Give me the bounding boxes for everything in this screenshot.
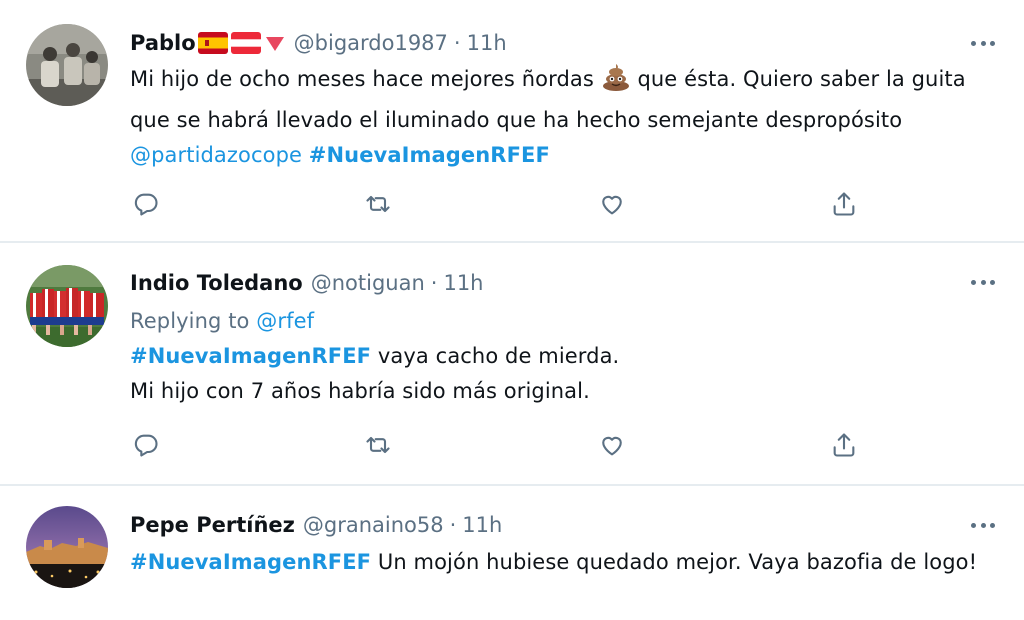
separator-dot: · — [430, 271, 438, 295]
pile-of-poo-emoji-icon — [601, 62, 631, 103]
tweet-actions — [130, 188, 860, 220]
name-emoji-decorations — [197, 32, 286, 54]
share-icon[interactable] — [828, 188, 860, 220]
more-options-icon[interactable] — [968, 515, 998, 535]
display-name[interactable]: Pablo — [130, 31, 196, 55]
share-icon[interactable] — [828, 429, 860, 461]
tweet-text: #NuevaImagenRFEF Un mojón hubiese quedad… — [130, 545, 990, 580]
red-triangle-icon — [265, 37, 284, 51]
more-options-icon[interactable] — [968, 272, 998, 292]
user-handle[interactable]: @granaino58 — [303, 513, 444, 537]
tweet-text-part: Mi hijo de ocho meses hace mejores ñorda… — [130, 67, 601, 91]
spain-flag-icon — [197, 32, 228, 54]
tweet[interactable]: Pepe Pertíñez @granaino58 · 11h #NuevaIm… — [0, 486, 1024, 620]
tweet-header: Pepe Pertíñez @granaino58 · 11h — [130, 510, 502, 540]
user-handle[interactable]: @bigardo1987 — [294, 31, 448, 55]
tweet-header: Indio Toledano @notiguan · 11h — [130, 268, 483, 298]
mention-link[interactable]: @partidazocope — [130, 143, 302, 167]
display-name[interactable]: Indio Toledano — [130, 271, 303, 295]
timestamp[interactable]: 11h — [467, 31, 507, 55]
like-icon[interactable] — [596, 188, 628, 220]
hashtag-link[interactable]: #NuevaImagenRFEF — [130, 344, 371, 368]
tweet-text: #NuevaImagenRFEF vaya cacho de mierda. Mi… — [130, 339, 990, 409]
tweet-text-part: Un mojón hubiese quedado mejor. Vaya baz… — [371, 550, 978, 574]
tweet[interactable]: Indio Toledano @notiguan · 11h Replying … — [0, 243, 1024, 485]
reply-icon[interactable] — [130, 188, 162, 220]
user-handle[interactable]: @notiguan — [311, 271, 425, 295]
retweet-icon[interactable] — [362, 429, 394, 461]
avatar[interactable] — [26, 506, 108, 588]
timestamp[interactable]: 11h — [462, 513, 502, 537]
separator-dot: · — [453, 31, 461, 55]
tweet[interactable]: Pablo @bigardo1987 · 11h Mi hijo de ocho… — [0, 0, 1024, 242]
austria-flag-icon — [230, 32, 261, 54]
avatar[interactable] — [26, 265, 108, 347]
hashtag-link[interactable]: #NuevaImagenRFEF — [130, 550, 371, 574]
hashtag-link[interactable]: #NuevaImagenRFEF — [309, 143, 550, 167]
avatar[interactable] — [26, 24, 108, 106]
tweet-feed: Pablo @bigardo1987 · 11h Mi hijo de ocho… — [0, 0, 1024, 620]
tweet-header: Pablo @bigardo1987 · 11h — [130, 28, 507, 58]
like-icon[interactable] — [596, 429, 628, 461]
more-options-icon[interactable] — [968, 33, 998, 53]
retweet-icon[interactable] — [362, 188, 394, 220]
timestamp[interactable]: 11h — [443, 271, 483, 295]
reply-icon[interactable] — [130, 429, 162, 461]
tweet-text-part: vaya cacho de mierda. — [371, 344, 620, 368]
replying-to-line: Replying to @rfef — [130, 304, 990, 339]
tweet-text: Mi hijo de ocho meses hace mejores ñorda… — [130, 62, 990, 173]
display-name[interactable]: Pepe Pertíñez — [130, 513, 295, 537]
tweet-actions — [130, 429, 860, 461]
mention-link[interactable]: @rfef — [256, 309, 314, 333]
tweet-text-part: Mi hijo con 7 años habría sido más origi… — [130, 379, 590, 403]
replying-to-label: Replying to — [130, 309, 257, 333]
separator-dot: · — [449, 513, 457, 537]
